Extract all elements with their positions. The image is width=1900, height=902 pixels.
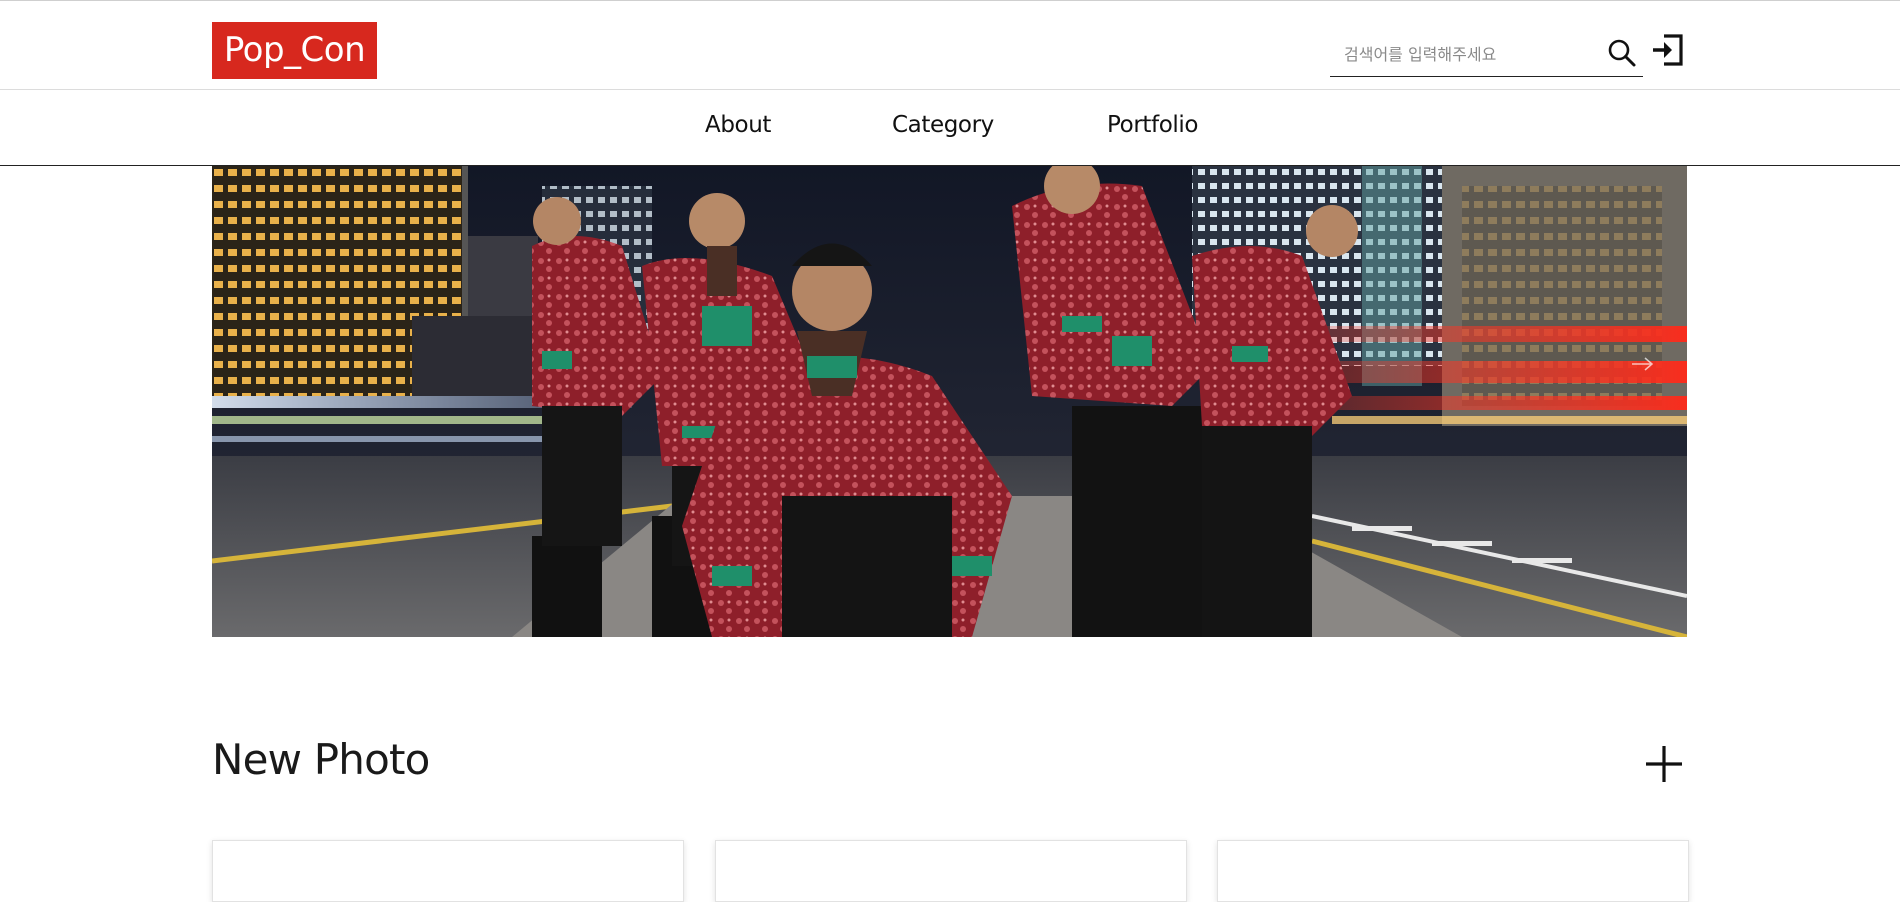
nav-item-portfolio[interactable]: Portfolio [1107, 112, 1198, 138]
photo-card[interactable] [715, 840, 1187, 902]
search-icon[interactable] [1606, 37, 1638, 69]
search-input[interactable] [1342, 33, 1596, 75]
main-nav: About Category Portfolio [0, 90, 1900, 166]
photo-card[interactable] [1217, 840, 1689, 902]
plus-icon[interactable] [1644, 744, 1684, 784]
photo-card[interactable] [212, 840, 684, 902]
nav-item-about[interactable]: About [705, 112, 771, 138]
site-logo[interactable]: Pop_Con [212, 22, 377, 79]
nav-item-category[interactable]: Category [892, 112, 994, 138]
sign-in-icon[interactable] [1650, 33, 1684, 67]
section-title-new-photo: New Photo [212, 735, 430, 784]
hero-banner-image[interactable] [212, 166, 1687, 637]
search-bar [1330, 33, 1643, 77]
site-header: Pop_Con [0, 1, 1900, 90]
